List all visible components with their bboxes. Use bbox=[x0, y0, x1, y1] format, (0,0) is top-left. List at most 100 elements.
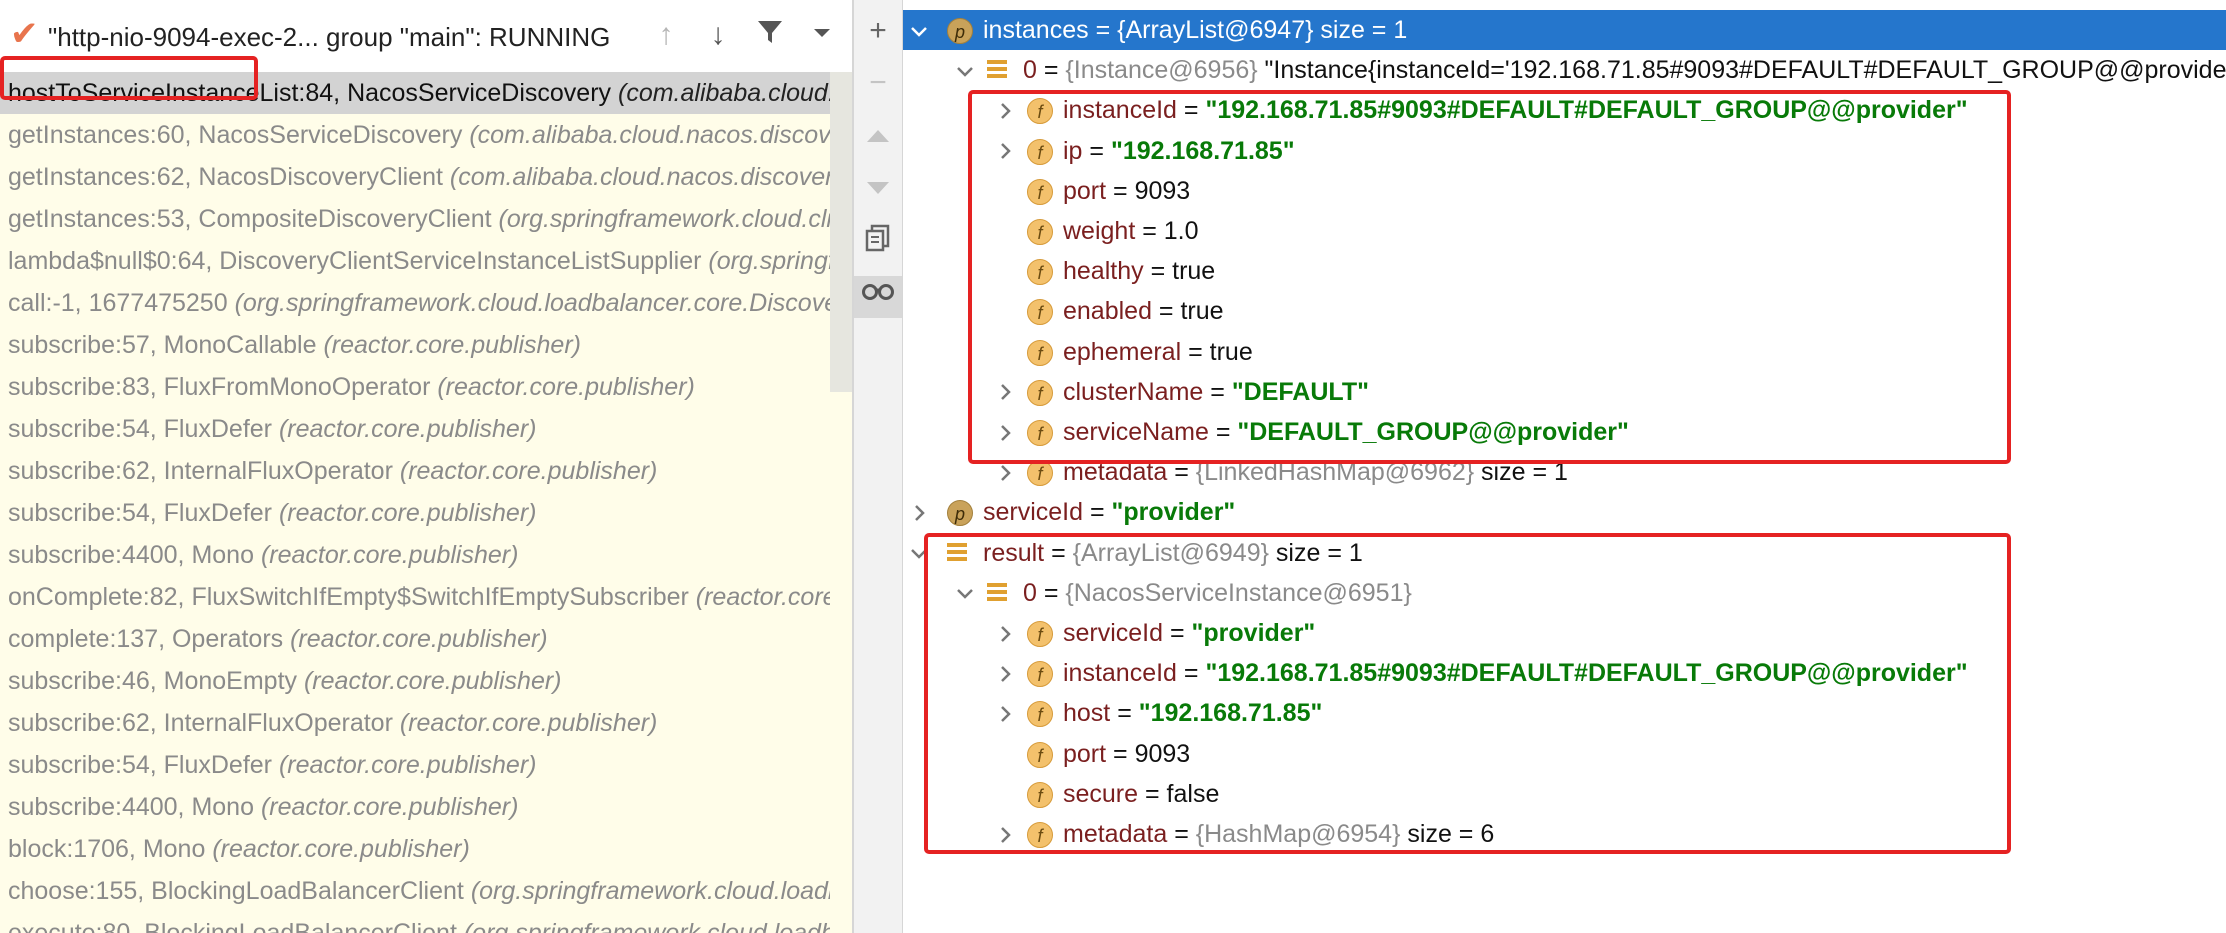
frame-package: (reactor.core.publisher) bbox=[278, 499, 537, 527]
variable-name: serviceId bbox=[983, 498, 1084, 527]
variable-equals: = bbox=[1036, 56, 1066, 85]
stack-frame[interactable]: complete:137, Operators (reactor.core.pu… bbox=[0, 618, 830, 660]
stack-frame[interactable]: getInstances:53, CompositeDiscoveryClien… bbox=[0, 198, 830, 240]
highlight-result-list bbox=[924, 533, 2011, 854]
stack-frame[interactable]: onComplete:82, FluxSwitchIfEmpty$SwitchI… bbox=[0, 576, 830, 618]
plus-icon[interactable]: + bbox=[854, 14, 902, 48]
stack-frame[interactable]: call:-1, 1677475250 (org.springframework… bbox=[0, 282, 830, 324]
stack-frame[interactable]: subscribe:57, MonoCallable (reactor.core… bbox=[0, 324, 830, 366]
frame-method: subscribe:83, FluxFromMonoOperator bbox=[8, 373, 431, 401]
frame-package: (org.springframework.cloud.client) bbox=[498, 205, 830, 233]
variable-text: 0 = {Instance@6956} "Instance{instanceId… bbox=[1023, 50, 2226, 90]
variable-name: instances bbox=[983, 16, 1089, 44]
stack-frame[interactable]: subscribe:54, FluxDefer (reactor.core.pu… bbox=[0, 492, 830, 534]
frame-method: subscribe:4400, Mono bbox=[8, 541, 254, 569]
frame-method: complete:137, Operators bbox=[8, 625, 284, 653]
frame-package: (org.springframework.cloud.loadbalancer) bbox=[463, 919, 830, 933]
frames-panel: ✔ "http-nio-9094-exec-2... group "main":… bbox=[0, 0, 852, 933]
chevron-right-icon[interactable] bbox=[907, 492, 931, 532]
frame-package: (reactor.core.publisher) bbox=[260, 541, 519, 569]
stack-frame[interactable]: lambda$null$0:64, DiscoveryClientService… bbox=[0, 240, 830, 282]
stack-frame[interactable]: block:1706, Mono (reactor.core.publisher… bbox=[0, 828, 830, 870]
variable-name: 0 bbox=[1023, 56, 1037, 85]
frame-package: (reactor.core.publisher) bbox=[323, 331, 581, 359]
frame-method: call:-1, 1677475250 bbox=[8, 289, 228, 317]
frame-package: (reactor.core.publisher) bbox=[212, 835, 470, 863]
frame-method: subscribe:62, InternalFluxOperator bbox=[8, 457, 393, 485]
frame-method: subscribe:57, MonoCallable bbox=[8, 331, 317, 359]
frame-method: getInstances:53, CompositeDiscoveryClien… bbox=[8, 205, 492, 233]
chevron-down-icon[interactable] bbox=[907, 10, 931, 50]
frame-package: (reactor.core.publisher) bbox=[260, 793, 519, 821]
move-down-icon[interactable] bbox=[854, 172, 902, 206]
frame-method: onComplete:82, FluxSwitchIfEmpty$SwitchI… bbox=[8, 583, 689, 611]
filter-icon[interactable] bbox=[752, 18, 788, 54]
frame-method: choose:155, BlockingLoadBalancerClient bbox=[8, 877, 464, 905]
variable-row[interactable]: 0 = {Instance@6956} "Instance{instanceId… bbox=[903, 50, 2226, 90]
frames-scrollbar[interactable] bbox=[830, 72, 852, 392]
list-icon bbox=[987, 60, 1007, 80]
glasses-icon[interactable] bbox=[854, 276, 902, 318]
stack-frame[interactable]: subscribe:4400, Mono (reactor.core.publi… bbox=[0, 534, 830, 576]
chevron-down-icon[interactable] bbox=[804, 18, 840, 52]
frame-method: subscribe:54, FluxDefer bbox=[8, 499, 273, 527]
frame-method: subscribe:62, InternalFluxOperator bbox=[8, 709, 393, 737]
arrow-up-icon[interactable]: ↑ bbox=[648, 18, 684, 52]
stack-frame[interactable]: subscribe:54, FluxDefer (reactor.core.pu… bbox=[0, 408, 830, 450]
thread-selector[interactable]: "http-nio-9094-exec-2... group "main": R… bbox=[48, 22, 610, 53]
frame-package: (org.springframework.cloud.loadbalancer) bbox=[470, 877, 830, 905]
stack-frame[interactable]: choose:155, BlockingLoadBalancerClient (… bbox=[0, 870, 830, 912]
variable-string-value: "provider" bbox=[1111, 498, 1236, 527]
frame-package: (reactor.core.publisher) bbox=[399, 457, 658, 485]
variable-text: serviceId = "provider" bbox=[983, 492, 1235, 532]
stack-frame[interactable]: subscribe:4400, Mono (reactor.core.publi… bbox=[0, 786, 830, 828]
highlight-frame-selected bbox=[0, 56, 258, 100]
frame-list: hostToServiceInstanceList:84, NacosServi… bbox=[0, 72, 830, 933]
variables-side-toolbar: + − bbox=[854, 0, 903, 933]
variable-equals: = bbox=[1083, 498, 1112, 527]
frame-method: subscribe:54, FluxDefer bbox=[8, 415, 273, 443]
frame-method: subscribe:46, MonoEmpty bbox=[8, 667, 298, 695]
frame-package: (reactor.core.publisher) bbox=[278, 415, 537, 443]
minus-icon[interactable]: − bbox=[854, 66, 902, 100]
frame-package: (reactor.core.publisher) bbox=[437, 373, 695, 401]
variable-extra: size = 1 bbox=[1313, 16, 1408, 44]
frame-method: getInstances:60, NacosServiceDiscovery bbox=[8, 121, 463, 149]
frame-package: (com.alibaba.cloud.nacos.discovery) bbox=[469, 121, 830, 149]
variable-row[interactable]: p serviceId = "provider" bbox=[903, 492, 2226, 532]
copy-icon[interactable] bbox=[854, 224, 902, 260]
frame-package: (reactor.core.publisher) bbox=[399, 709, 658, 737]
frame-package: (reactor.core.publisher) bbox=[695, 583, 830, 611]
stack-frame[interactable]: subscribe:83, FluxFromMonoOperator (reac… bbox=[0, 366, 830, 408]
stack-frame[interactable]: subscribe:54, FluxDefer (reactor.core.pu… bbox=[0, 744, 830, 786]
variable-text: instances = {ArrayList@6947} size = 1 bbox=[983, 10, 1407, 50]
frame-package: (com.alibaba.cloud.nacos.discovery) bbox=[618, 79, 830, 107]
frame-method: execute:80, BlockingLoadBalancerClient bbox=[8, 919, 457, 933]
frame-method: subscribe:4400, Mono bbox=[8, 793, 254, 821]
stack-frame[interactable]: subscribe:46, MonoEmpty (reactor.core.pu… bbox=[0, 660, 830, 702]
variable-reference: {ArrayList@6947} bbox=[1117, 16, 1314, 44]
check-icon: ✔ bbox=[10, 15, 39, 53]
move-up-icon[interactable] bbox=[854, 120, 902, 154]
arrow-down-icon[interactable]: ↓ bbox=[700, 18, 736, 52]
stack-frame[interactable]: subscribe:62, InternalFluxOperator (reac… bbox=[0, 450, 830, 492]
chevron-down-icon[interactable] bbox=[953, 50, 977, 90]
variable-extra: "Instance{instanceId='192.168.71.85#9093… bbox=[1257, 56, 2226, 85]
frame-package: (reactor.core.publisher) bbox=[290, 625, 548, 653]
field-icon: f bbox=[1027, 460, 1053, 487]
highlight-instance-fields bbox=[968, 90, 2011, 464]
frame-method: getInstances:62, NacosDiscoveryClient bbox=[8, 163, 443, 191]
variable-equals: = bbox=[1088, 16, 1118, 44]
variable-row[interactable]: p instances = {ArrayList@6947} size = 1 bbox=[903, 10, 2226, 50]
frame-package: (com.alibaba.cloud.nacos.discovery) bbox=[449, 163, 830, 191]
frame-package: (reactor.core.publisher) bbox=[303, 667, 562, 695]
frame-package: (reactor.core.publisher) bbox=[278, 751, 537, 779]
frame-method: lambda$null$0:64, DiscoveryClientService… bbox=[8, 247, 702, 275]
frame-method: subscribe:54, FluxDefer bbox=[8, 751, 273, 779]
stack-frame[interactable]: getInstances:60, NacosServiceDiscovery (… bbox=[0, 114, 830, 156]
stack-frame[interactable]: getInstances:62, NacosDiscoveryClient (c… bbox=[0, 156, 830, 198]
parameter-icon: p bbox=[947, 18, 973, 44]
stack-frame[interactable]: execute:80, BlockingLoadBalancerClient (… bbox=[0, 912, 830, 933]
stack-frame[interactable]: subscribe:62, InternalFluxOperator (reac… bbox=[0, 702, 830, 744]
parameter-icon: p bbox=[947, 500, 973, 527]
